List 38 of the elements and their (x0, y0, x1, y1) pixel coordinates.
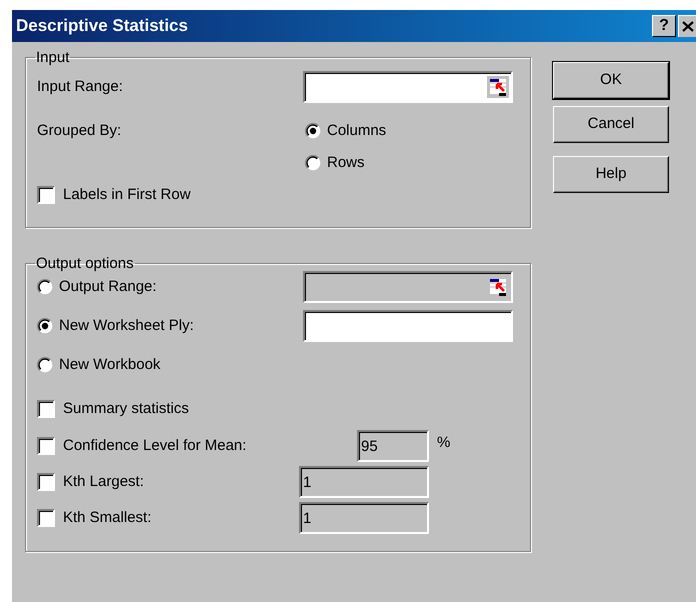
input-field[interactable]: 1 (299, 502, 429, 534)
checkbox-label: Labels in First Row (63, 184, 191, 205)
checkbox[interactable] (37, 437, 55, 455)
checkbox[interactable] (37, 400, 55, 418)
dialog-button[interactable]: OK (553, 62, 669, 99)
group-title: Input (35, 50, 70, 65)
radio-label: Rows (327, 152, 365, 173)
radio-label: Output Range: (59, 276, 157, 297)
group-title: Output options (35, 256, 135, 271)
window-title: Descriptive Statistics (16, 15, 188, 38)
unit-label: % (437, 433, 450, 453)
radio-button[interactable] (37, 357, 53, 373)
radio-label: New Worksheet Ply: (59, 316, 194, 336)
close-button[interactable] (678, 15, 696, 37)
radio-label: New Workbook (59, 354, 160, 375)
checkbox[interactable] (37, 509, 55, 527)
dialog-button[interactable]: Help (553, 156, 669, 193)
dialog-button[interactable]: Cancel (553, 106, 669, 143)
checkbox-label: Kth Largest: (63, 472, 144, 492)
input-field[interactable] (303, 310, 513, 342)
radio-button[interactable] (305, 123, 321, 139)
checkbox-label: Confidence Level for Mean: (63, 436, 246, 456)
radio-button[interactable] (305, 155, 321, 171)
input-field[interactable]: 1 (299, 466, 429, 498)
close-icon (682, 21, 694, 32)
checkbox[interactable] (37, 473, 55, 491)
input-field[interactable] (303, 71, 513, 103)
field-label: Grouped By: (37, 120, 122, 141)
input-field[interactable]: 95 (357, 430, 429, 462)
help-button[interactable]: ? (652, 15, 676, 37)
range-picker-icon[interactable] (487, 76, 509, 98)
checkbox-label: Summary statistics (63, 398, 189, 419)
radio-button[interactable] (37, 318, 53, 334)
checkbox-label: Kth Smallest: (63, 508, 152, 528)
checkbox[interactable] (37, 186, 55, 204)
radio-button[interactable] (37, 279, 53, 295)
radio-label: Columns (327, 120, 386, 141)
field-label: Input Range: (37, 76, 124, 97)
